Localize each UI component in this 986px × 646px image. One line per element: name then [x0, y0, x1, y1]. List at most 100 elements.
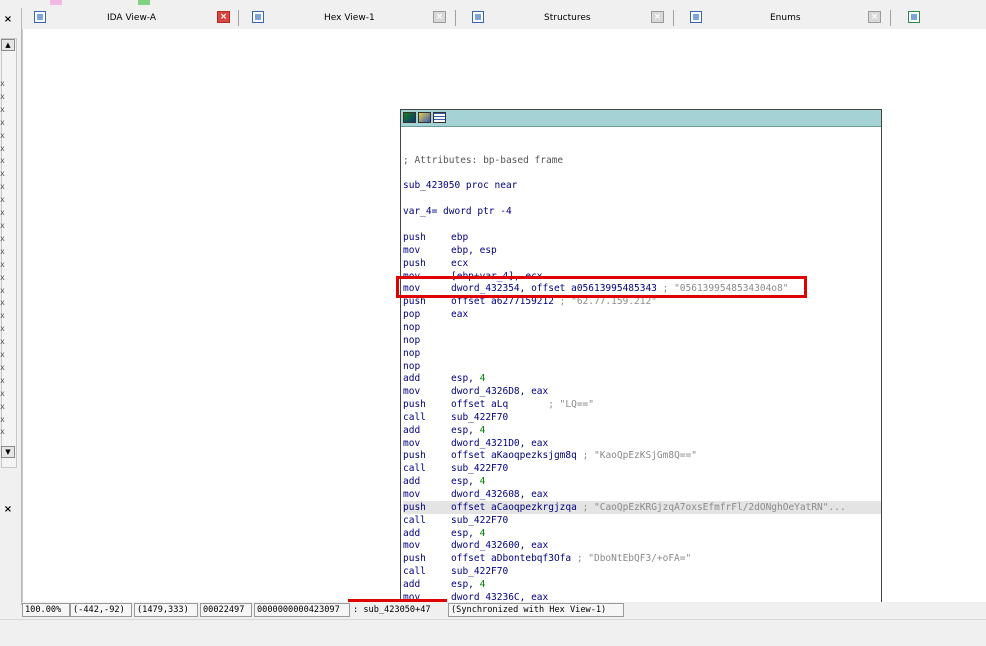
immediate-value: 4: [479, 424, 486, 436]
instruction-operands: esp, 4: [451, 476, 486, 488]
instruction-mnemonic: push: [403, 399, 426, 411]
tab-enums[interactable]: Enums ×: [678, 8, 896, 29]
instruction-line[interactable]: add esp, 4: [403, 527, 881, 540]
instruction-mnemonic: call: [403, 566, 426, 578]
tab-label: Structures: [544, 13, 591, 23]
instruction-line[interactable]: nop: [403, 347, 881, 360]
instruction-operands: ecx: [451, 257, 469, 269]
enums-icon: [690, 11, 702, 23]
instruction-mnemonic: call: [403, 514, 426, 526]
instruction-line[interactable]: nop: [403, 321, 881, 334]
instruction-operands: offset aLq: [451, 399, 509, 411]
tab-separator: [673, 10, 674, 26]
instruction-mnemonic: mov: [403, 489, 421, 500]
node-color-icon[interactable]: [403, 112, 416, 123]
close-panel-icon[interactable]: ×: [1, 14, 15, 30]
tab-hex-view-1[interactable]: Hex View-1 ×: [240, 8, 460, 29]
instruction-operands: eax: [451, 309, 469, 321]
status-zoom: 100.00%: [22, 603, 70, 617]
close-panel-icon[interactable]: ×: [1, 504, 15, 520]
graph-node[interactable]: ; Attributes: bp-based frame sub_423050 …: [400, 109, 882, 602]
instruction-line[interactable]: push ebp: [403, 231, 881, 244]
instruction-operands: dword_432354, offset a05613995485343: [451, 283, 657, 295]
instruction-mnemonic: mov: [403, 270, 421, 282]
toolbar-indicator-green: [138, 0, 150, 5]
instruction-line[interactable]: push ecx: [403, 257, 881, 270]
tab-imports[interactable]: [896, 8, 986, 29]
instruction-line[interactable]: call sub_422F70: [403, 462, 881, 475]
instruction-mnemonic: call: [403, 411, 426, 423]
instruction-line[interactable]: push offset aCaoqpezkrgjzqa ; "CaoQpEzKRG…: [403, 500, 881, 514]
instruction-line[interactable]: call sub_422F70: [403, 565, 881, 578]
instruction-mnemonic: push: [403, 450, 426, 462]
instruction-operands: ebp: [451, 232, 469, 243]
instruction-line[interactable]: mov dword_432608, eax: [403, 488, 881, 501]
instruction-mnemonic: nop: [403, 334, 421, 346]
instruction-line[interactable]: add esp, 4: [403, 372, 881, 385]
tab-separator: [890, 10, 891, 26]
instruction-line[interactable]: mov dword_432600, eax: [403, 539, 881, 552]
instruction-mnemonic: nop: [403, 321, 421, 333]
node-header: [401, 110, 881, 127]
imports-icon: [908, 11, 920, 23]
instruction-line[interactable]: call sub_422F70: [403, 514, 881, 527]
tab-structures[interactable]: Structures ×: [460, 8, 678, 29]
close-tab-icon[interactable]: ×: [651, 11, 664, 23]
instruction-line[interactable]: pop eax: [403, 308, 881, 321]
instruction-operands: offset aCaoqpezkrgjzqa: [451, 501, 577, 513]
instruction-line[interactable]: push offset aLq ; "LQ==": [403, 398, 881, 411]
instruction-line[interactable]: push offset a6277159212 ; "62.77.159.212": [403, 295, 881, 308]
instruction-operands: offset aDbontebqf3Ofa: [451, 553, 572, 565]
instruction-line[interactable]: nop: [403, 334, 881, 347]
instruction-comment: ; "62.77.159.212": [553, 296, 657, 308]
instruction-operands: dword_432608, eax: [451, 489, 549, 500]
instruction-comment: ; "CaoQpEzKRGjzqA7oxsEfmfrFl/2dONghOeYat…: [576, 501, 846, 513]
scroll-up-icon[interactable]: ▲: [1, 39, 15, 51]
instruction-operands: sub_422F70: [451, 514, 509, 526]
scroll-down-icon[interactable]: ▼: [1, 446, 15, 458]
instruction-line[interactable]: mov dword_43236C, eax: [403, 591, 881, 602]
instruction-operands: esp, 4: [451, 373, 486, 385]
status-sync: (Synchronized with Hex View-1): [448, 603, 624, 617]
status-bar: 100.00% (-442,-92) (1479,333) 00022497 0…: [22, 602, 986, 619]
status-graph-position: (-442,-92): [70, 603, 132, 617]
node-rename-icon[interactable]: [418, 112, 431, 123]
instruction-operands: dword_4326D8, eax: [451, 386, 549, 398]
instruction-line[interactable]: mov dword_4321D0, eax: [403, 437, 881, 450]
tab-ida-view-a[interactable]: IDA View-A ×: [22, 8, 240, 29]
instruction-comment: ; "LQ==": [508, 399, 594, 411]
hex-view-icon: [252, 11, 264, 23]
instruction-line[interactable]: add esp, 4: [403, 475, 881, 488]
immediate-value: 4: [479, 373, 486, 385]
instruction-line[interactable]: mov [ebp+var_4], ecx: [403, 270, 881, 283]
status-address: 0000000000423097: [254, 603, 350, 617]
instruction-mnemonic: add: [403, 476, 421, 488]
instruction-line[interactable]: push offset aDbontebqf3Ofa ; "DboNtEbQF3/…: [403, 552, 881, 565]
tab-label: Hex View-1: [324, 13, 375, 23]
instruction-operands: dword_43236C, eax: [451, 591, 549, 602]
close-tab-icon[interactable]: ×: [433, 11, 446, 23]
instruction-line[interactable]: nop: [403, 360, 881, 373]
node-group-icon[interactable]: [433, 112, 446, 123]
instruction-operands: esp, 4: [451, 578, 486, 590]
instruction-operands: ebp, esp: [451, 244, 497, 256]
close-tab-icon[interactable]: ×: [217, 11, 230, 23]
instruction-line[interactable]: push offset aKaoqpezksjgm8q ; "KaoQpEzKSj…: [403, 449, 881, 462]
instruction-mnemonic: nop: [403, 347, 421, 359]
instruction-line[interactable]: mov dword_432354, offset a05613995485343 …: [403, 282, 881, 295]
instruction-line[interactable]: call sub_422F70: [403, 411, 881, 424]
close-tab-icon[interactable]: ×: [868, 11, 881, 23]
instruction-mnemonic: mov: [403, 437, 421, 449]
instruction-mnemonic: mov: [403, 283, 421, 295]
instruction-operands: dword_432600, eax: [451, 540, 549, 552]
instruction-line[interactable]: mov dword_4326D8, eax: [403, 385, 881, 398]
bottom-panel: [0, 619, 986, 646]
instruction-line[interactable]: mov ebp, esp: [403, 244, 881, 257]
instruction-operands: sub_422F70: [451, 411, 509, 423]
instruction-line[interactable]: add esp, 4: [403, 424, 881, 437]
instruction-line[interactable]: add esp, 4: [403, 578, 881, 591]
instruction-operands: sub_422F70: [451, 463, 509, 475]
attributes-comment: ; Attributes: bp-based frame: [403, 155, 564, 166]
instruction-operands: sub_422F70: [451, 566, 509, 578]
instruction-mnemonic: push: [403, 257, 426, 269]
